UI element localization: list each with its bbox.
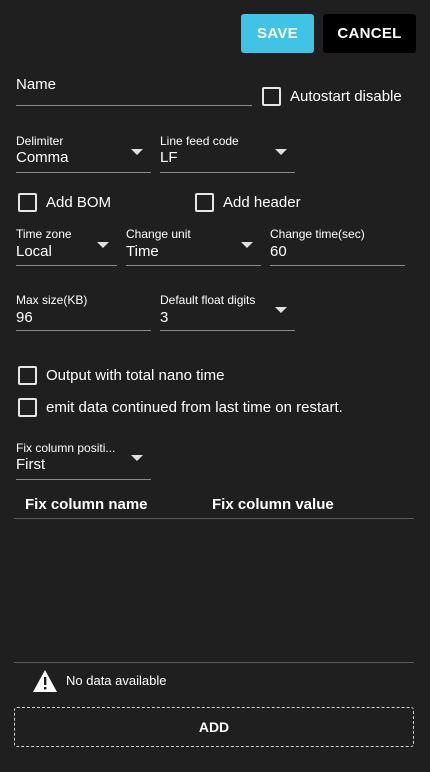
nano-time-label: Output with total nano time <box>46 367 225 384</box>
cancel-button[interactable]: CANCEL <box>323 14 416 53</box>
chevron-down-icon[interactable] <box>131 455 143 461</box>
autostart-label: Autostart disable <box>290 88 402 105</box>
chevron-down-icon[interactable] <box>97 242 109 248</box>
change-time-input[interactable]: 60 <box>270 243 287 260</box>
add-header-checkbox[interactable] <box>195 193 214 212</box>
column-header-value[interactable]: Fix column value <box>212 496 334 513</box>
change-unit-underline <box>126 265 261 266</box>
fix-column-position-underline <box>16 479 151 480</box>
add-bom-checkbox[interactable] <box>18 193 37 212</box>
table-header-divider <box>14 518 414 519</box>
emit-continued-checkbox[interactable] <box>18 398 37 417</box>
float-digits-underline <box>160 330 295 331</box>
float-digits-value[interactable]: 3 <box>160 309 168 326</box>
save-button[interactable]: SAVE <box>241 14 314 53</box>
add-bom-label: Add BOM <box>46 194 112 211</box>
line-feed-label: Line feed code <box>160 134 239 148</box>
empty-state-text: No data available <box>66 673 167 688</box>
nano-time-checkbox[interactable] <box>18 366 37 385</box>
add-header-label: Add header <box>223 194 301 211</box>
chevron-down-icon[interactable] <box>275 307 287 313</box>
fix-column-position-value[interactable]: First <box>16 456 45 473</box>
table-footer-divider <box>14 662 414 663</box>
warning-icon <box>32 669 58 693</box>
delimiter-underline <box>16 172 151 173</box>
time-zone-value[interactable]: Local <box>16 243 52 260</box>
float-digits-label: Default float digits <box>160 293 256 307</box>
chevron-down-icon[interactable] <box>131 149 143 155</box>
max-size-input[interactable]: 96 <box>16 309 33 326</box>
change-unit-label: Change unit <box>126 227 191 241</box>
fix-column-position-label: Fix column positi... <box>16 441 116 455</box>
delimiter-label: Delimiter <box>16 134 64 148</box>
change-time-underline <box>270 265 405 266</box>
change-unit-value[interactable]: Time <box>126 243 159 260</box>
line-feed-value[interactable]: LF <box>160 149 178 166</box>
line-feed-underline <box>160 172 295 173</box>
add-button[interactable]: ADD <box>14 707 414 747</box>
name-underline <box>16 105 252 106</box>
chevron-down-icon[interactable] <box>241 242 253 248</box>
name-input[interactable] <box>16 76 252 106</box>
time-zone-underline <box>16 265 117 266</box>
chevron-down-icon[interactable] <box>275 149 287 155</box>
change-time-label: Change time(sec) <box>270 227 365 241</box>
column-header-name[interactable]: Fix column name <box>25 496 148 513</box>
delimiter-value[interactable]: Comma <box>16 149 69 166</box>
emit-continued-label: emit data continued from last time on re… <box>46 399 343 416</box>
autostart-checkbox[interactable] <box>262 87 281 106</box>
max-size-label: Max size(KB) <box>16 293 88 307</box>
time-zone-label: Time zone <box>16 227 72 241</box>
max-size-underline <box>16 330 151 331</box>
